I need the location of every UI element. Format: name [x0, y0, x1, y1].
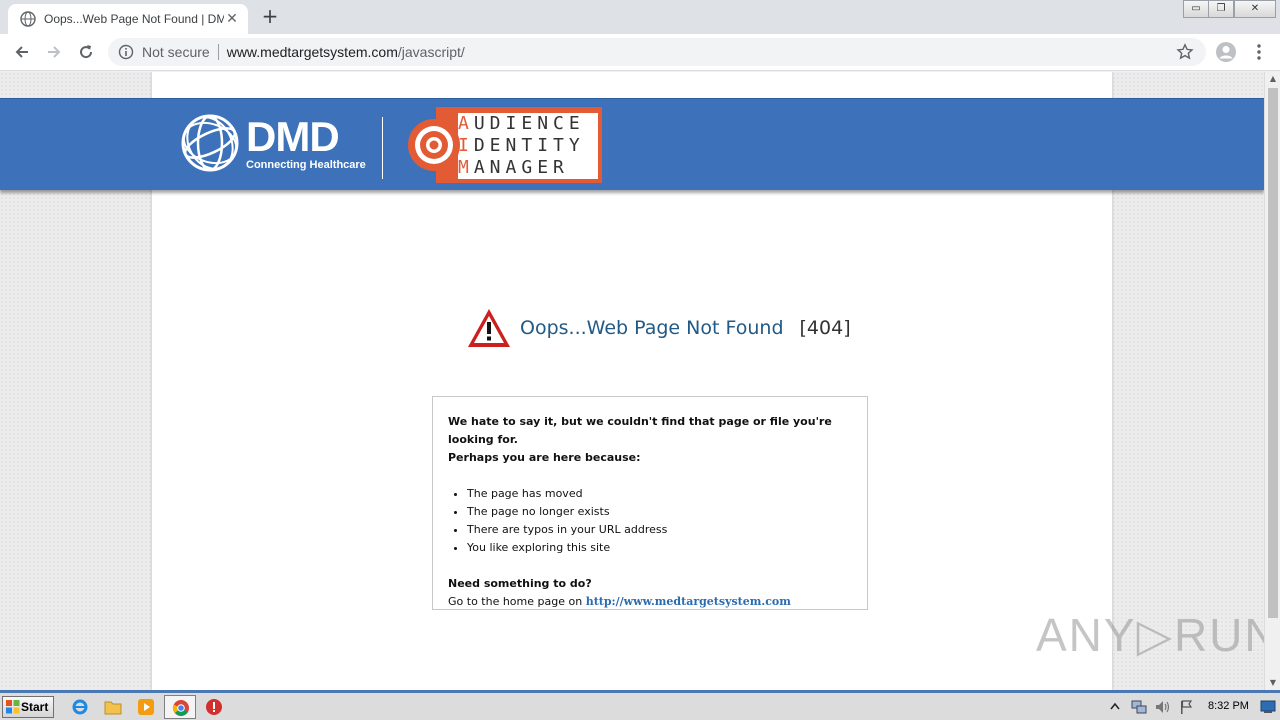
aim-word-audience: UDIENCE — [473, 113, 585, 134]
back-arrow-icon — [15, 46, 28, 58]
chrome-icon — [172, 700, 189, 716]
anyrun-watermark: ANY▷RUN — [1036, 609, 1264, 661]
intro-line-1: We hate to say it, but we couldn't find … — [448, 415, 832, 446]
address-bar[interactable]: Not secure www.medtargetsystem.com/javas… — [108, 38, 1206, 66]
restore-button[interactable]: ❐ — [1208, 0, 1234, 18]
media-player-taskbar-icon[interactable] — [135, 697, 157, 717]
help-heading: Need something to do? — [448, 577, 592, 590]
chrome-taskbar-button[interactable] — [164, 695, 196, 719]
reason-item: The page has moved — [467, 485, 852, 503]
warning-triangle-icon — [468, 309, 510, 347]
error-code: [404] — [799, 317, 851, 339]
explorer-taskbar-icon[interactable] — [102, 697, 124, 717]
dmd-tagline: Connecting Healthcare — [246, 159, 366, 171]
home-prefix: Go to the home page on — [448, 595, 583, 608]
dmd-logo[interactable]: DMD Connecting Healthcare — [180, 111, 370, 177]
tab-strip: Oops...Web Page Not Found | DMD ✕ + ▭ ❐ … — [0, 0, 1280, 34]
header-banner: DMD Connecting Healthcare AUDIENCE IDENT… — [0, 98, 1264, 190]
start-button[interactable]: Start — [2, 696, 54, 718]
browser-tab[interactable]: Oops...Web Page Not Found | DMD ✕ — [8, 4, 248, 34]
reload-button[interactable] — [74, 40, 98, 64]
page-viewport: DMD Connecting Healthcare AUDIENCE IDENT… — [0, 72, 1264, 690]
minimize-button[interactable]: ▭ — [1183, 0, 1209, 18]
error-message-box: We hate to say it, but we couldn't find … — [432, 396, 868, 610]
account-icon — [1216, 42, 1236, 62]
tray-expand-icon[interactable] — [1110, 701, 1120, 713]
close-window-button[interactable]: ✕ — [1234, 0, 1276, 18]
folder-icon — [104, 701, 122, 715]
home-page-link[interactable]: http://www.medtargetsystem.com — [586, 595, 791, 608]
info-icon[interactable] — [118, 44, 134, 60]
dmd-globe-icon — [181, 114, 239, 172]
action-center-flag-icon[interactable] — [1178, 699, 1194, 715]
start-label: Start — [21, 700, 49, 714]
new-tab-button[interactable]: + — [258, 5, 282, 29]
network-icon[interactable] — [1130, 699, 1148, 715]
media-player-icon — [138, 699, 154, 715]
forward-button[interactable] — [42, 40, 66, 64]
show-desktop-icon[interactable] — [1260, 700, 1276, 714]
error-title: Oops...Web Page Not Found — [520, 317, 784, 339]
url-host: www.medtargetsystem.com — [226, 44, 398, 60]
reason-item: The page no longer exists — [467, 503, 852, 521]
vertical-scrollbar[interactable]: ▲ ▼ — [1264, 72, 1280, 690]
reasons-list: The page has moved The page no longer ex… — [467, 485, 852, 557]
aim-line-audience: AUDIENCE — [458, 113, 585, 134]
browser-toolbar: Not secure www.medtargetsystem.com/javas… — [0, 34, 1280, 71]
aim-line-manager: MANAGER — [458, 157, 569, 178]
taskbar-clock[interactable]: 8:32 PM — [1208, 700, 1249, 712]
home-line: Go to the home page on http://www.medtar… — [448, 593, 852, 611]
reload-icon — [80, 45, 93, 59]
scroll-down-icon[interactable]: ▼ — [1265, 676, 1280, 690]
menu-button[interactable] — [1247, 40, 1271, 64]
target-icon — [408, 119, 460, 171]
stop-taskbar-icon[interactable] — [203, 697, 225, 717]
reason-item: You like exploring this site — [467, 539, 852, 557]
tab-close-icon[interactable]: ✕ — [224, 11, 240, 27]
logo-divider — [382, 117, 383, 179]
error-heading: Oops...Web Page Not Found [404] — [466, 307, 851, 349]
red-stop-icon — [206, 699, 222, 715]
reason-item: There are typos in your URL address — [467, 521, 852, 539]
kebab-menu-icon — [1257, 44, 1261, 60]
aim-word-identity: DENTITY — [473, 135, 585, 156]
tab-title: Oops...Web Page Not Found | DMD — [44, 12, 224, 26]
audience-identity-manager-logo[interactable]: AUDIENCE IDENTITY MANAGER — [406, 107, 602, 183]
security-label[interactable]: Not secure — [142, 44, 210, 60]
volume-icon[interactable] — [1154, 699, 1172, 715]
bookmark-star-icon[interactable] — [1176, 43, 1194, 61]
ie-taskbar-icon[interactable] — [69, 697, 91, 717]
back-button[interactable] — [10, 40, 34, 64]
system-tray — [1104, 695, 1280, 719]
windows-logo-icon — [6, 700, 20, 714]
scroll-thumb[interactable] — [1268, 88, 1278, 618]
dmd-wordmark: DMD — [246, 113, 340, 160]
intro-line-2: Perhaps you are here because: — [448, 451, 641, 464]
aim-word-manager: ANAGER — [473, 157, 569, 178]
scroll-up-icon[interactable]: ▲ — [1265, 72, 1280, 86]
internet-explorer-icon — [72, 699, 88, 715]
windows-taskbar: Start 8:32 PM — [0, 690, 1280, 720]
url-path: /javascript/ — [397, 44, 465, 60]
profile-button[interactable] — [1214, 40, 1238, 64]
omnibox-separator — [217, 44, 219, 60]
forward-arrow-icon — [48, 46, 61, 58]
aim-line-identity: IDENTITY — [458, 135, 585, 156]
globe-favicon-icon — [20, 11, 36, 27]
